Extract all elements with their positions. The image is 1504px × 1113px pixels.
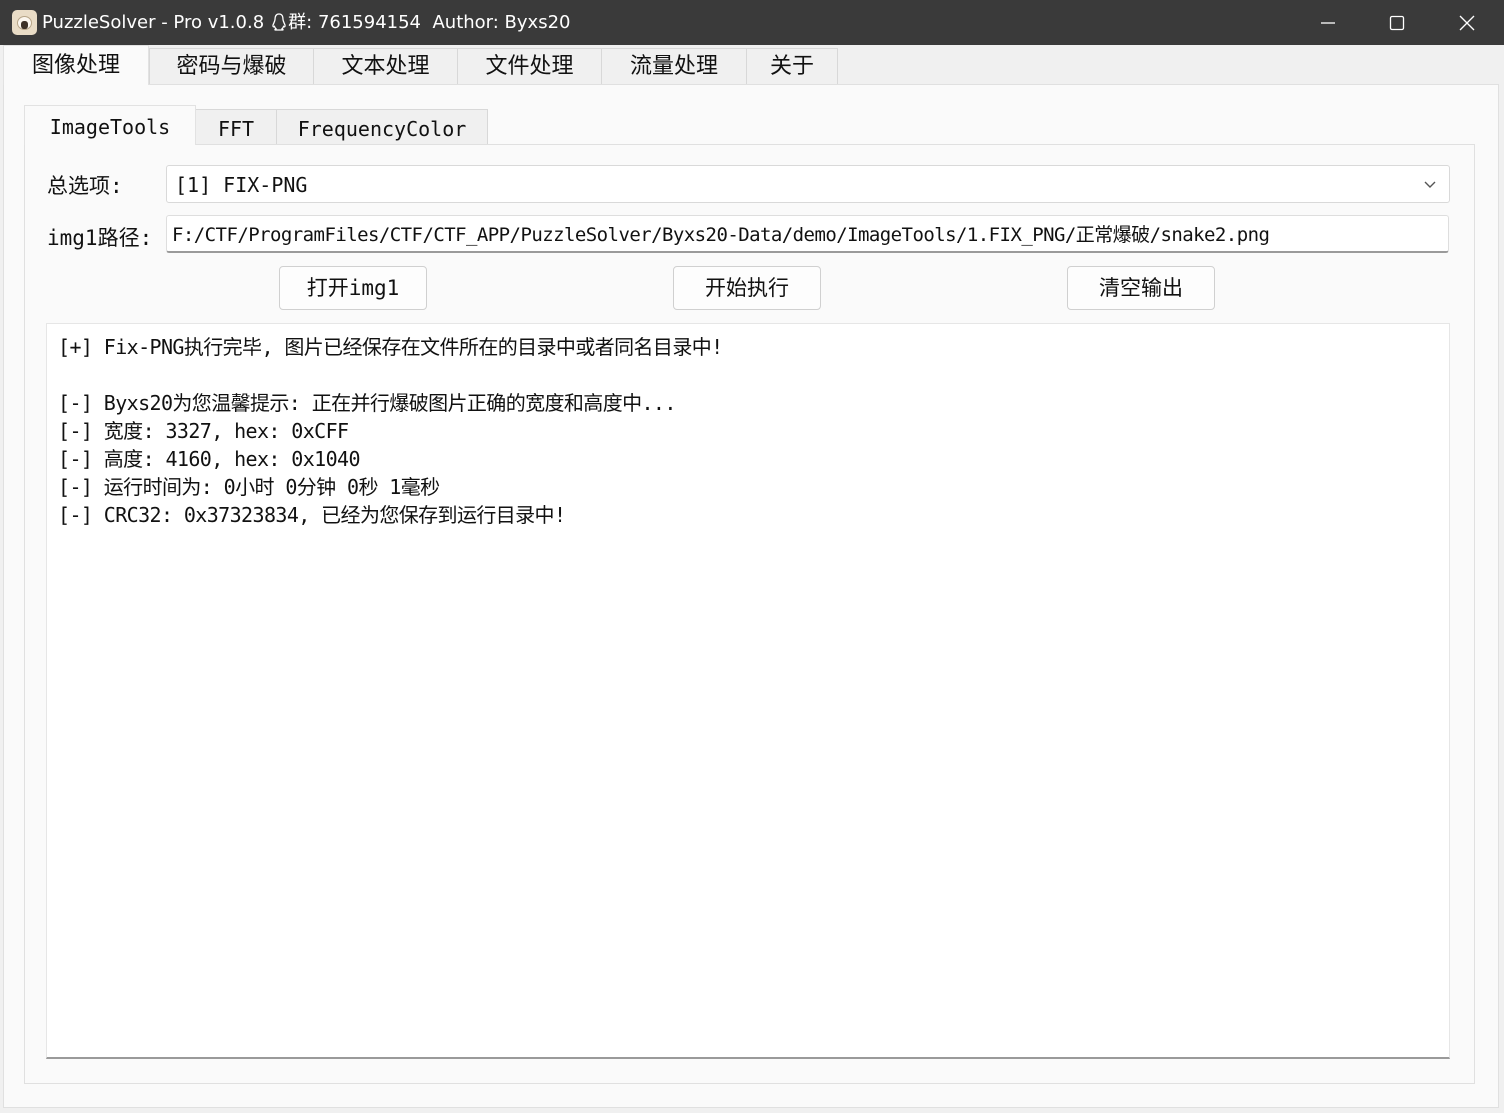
- option-label: 总选项:: [47, 174, 123, 198]
- maximize-button[interactable]: [1362, 0, 1432, 45]
- penguin-icon: [272, 3, 286, 31]
- tab-about[interactable]: 关于: [746, 48, 838, 84]
- main-tab-bar: 图像处理 密码与爆破 文本处理 文件处理 流量处理 关于: [0, 45, 1504, 85]
- open-img1-button[interactable]: 打开img1: [279, 266, 427, 310]
- subtab-fft[interactable]: FFT: [195, 109, 277, 145]
- window-title-app: PuzzleSolver - Pro v1.0.8: [42, 12, 265, 33]
- img1-path-input[interactable]: [166, 215, 1449, 253]
- minimize-button[interactable]: [1293, 0, 1363, 45]
- output-line: [-] 运行时间为: 0小时 0分钟 0秒 1毫秒: [58, 475, 440, 499]
- clear-output-button[interactable]: 清空输出: [1067, 266, 1215, 310]
- close-icon: [1459, 15, 1475, 30]
- img1-path-label: img1路径:: [47, 226, 153, 250]
- title-bar[interactable]: PuzzleSolver - Pro v1.0.8 群: 761594154 Au…: [0, 0, 1504, 45]
- window-title-group: 群: 761594154: [288, 12, 422, 33]
- window-title-author: Author: Byxs20: [432, 12, 571, 33]
- minimize-icon: [1321, 21, 1335, 24]
- option-select-value: [1] FIX-PNG: [175, 173, 308, 197]
- sheep-icon: [12, 10, 37, 35]
- tab-traffic-processing[interactable]: 流量处理: [601, 48, 747, 84]
- tab-file-processing[interactable]: 文件处理: [457, 48, 602, 84]
- app-window: PuzzleSolver - Pro v1.0.8 群: 761594154 Au…: [0, 0, 1504, 1113]
- option-select[interactable]: [1] FIX-PNG: [166, 165, 1450, 203]
- output-textarea[interactable]: [+] Fix-PNG执行完毕, 图片已经保存在文件所在的目录中或者同名目录中!…: [46, 323, 1450, 1059]
- tab-password-cracking[interactable]: 密码与爆破: [149, 48, 314, 84]
- output-line: [+] Fix-PNG执行完毕, 图片已经保存在文件所在的目录中或者同名目录中!: [58, 335, 723, 359]
- tab-text-processing[interactable]: 文本处理: [313, 48, 458, 84]
- window-title: PuzzleSolver - Pro v1.0.8 群: 761594154 Au…: [42, 0, 570, 45]
- maximize-icon: [1389, 15, 1405, 30]
- output-line: [-] 宽度: 3327, hex: 0xCFF: [58, 419, 349, 443]
- output-line: [-] Byxs20为您温馨提示: 正在并行爆破图片正确的宽度和高度中...: [58, 391, 676, 415]
- subtab-imagetools[interactable]: ImageTools: [24, 105, 196, 145]
- output-line: [-] 高度: 4160, hex: 0x1040: [58, 447, 361, 471]
- subtab-frequencycolor[interactable]: FrequencyColor: [276, 109, 488, 145]
- close-button[interactable]: [1432, 0, 1502, 45]
- chevron-down-icon: [1424, 181, 1436, 188]
- tab-image-processing[interactable]: 图像处理: [3, 45, 149, 85]
- start-execute-button[interactable]: 开始执行: [673, 266, 821, 310]
- output-line: [-] CRC32: 0x37323834, 已经为您保存到运行目录中!: [58, 503, 566, 527]
